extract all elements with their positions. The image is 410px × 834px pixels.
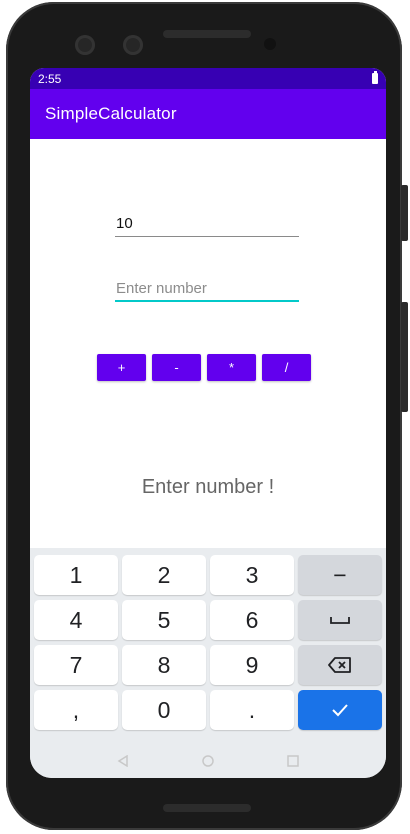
subtract-button[interactable]: - bbox=[152, 354, 201, 381]
key-minus[interactable]: − bbox=[298, 555, 382, 595]
key-space[interactable] bbox=[298, 600, 382, 640]
status-bar: 2:55 bbox=[30, 68, 386, 89]
battery-icon bbox=[372, 71, 378, 84]
volume-button bbox=[401, 302, 408, 412]
numeric-keyboard: 1 2 3 − 4 5 6 7 8 9 , 0 . bbox=[30, 548, 386, 778]
divide-button[interactable]: / bbox=[262, 354, 311, 381]
device-screen: 2:55 SimpleCalculator + - * / Enter numb… bbox=[30, 68, 386, 778]
front-camera bbox=[75, 35, 95, 55]
space-bar-icon bbox=[330, 617, 350, 624]
key-2[interactable]: 2 bbox=[122, 555, 206, 595]
key-done[interactable] bbox=[298, 690, 382, 730]
add-button[interactable]: + bbox=[97, 354, 146, 381]
calculator-content: + - * / Enter number ! bbox=[30, 139, 386, 549]
home-icon[interactable] bbox=[202, 754, 214, 767]
key-comma[interactable]: , bbox=[34, 690, 118, 730]
power-button bbox=[401, 185, 408, 241]
system-nav-bar bbox=[30, 743, 386, 778]
back-icon[interactable] bbox=[117, 754, 129, 767]
app-bar: SimpleCalculator bbox=[30, 89, 386, 139]
check-icon bbox=[332, 704, 348, 717]
status-time: 2:55 bbox=[38, 71, 62, 86]
earpiece-speaker bbox=[163, 30, 251, 38]
phone-frame: 2:55 SimpleCalculator + - * / Enter numb… bbox=[6, 2, 408, 830]
key-backspace[interactable] bbox=[298, 645, 382, 685]
key-1[interactable]: 1 bbox=[34, 555, 118, 595]
app-title: SimpleCalculator bbox=[45, 104, 177, 123]
key-7[interactable]: 7 bbox=[34, 645, 118, 685]
key-3[interactable]: 3 bbox=[210, 555, 294, 595]
key-9[interactable]: 9 bbox=[210, 645, 294, 685]
recents-icon[interactable] bbox=[287, 754, 300, 767]
key-4[interactable]: 4 bbox=[34, 600, 118, 640]
bottom-speaker bbox=[163, 804, 251, 812]
front-sensor bbox=[123, 35, 143, 55]
key-8[interactable]: 8 bbox=[122, 645, 206, 685]
second-number-input[interactable] bbox=[115, 276, 299, 302]
key-period[interactable]: . bbox=[210, 690, 294, 730]
first-number-input[interactable] bbox=[115, 211, 299, 237]
operation-buttons: + - * / bbox=[97, 354, 311, 381]
key-5[interactable]: 5 bbox=[122, 600, 206, 640]
key-0[interactable]: 0 bbox=[122, 690, 206, 730]
multiply-button[interactable]: * bbox=[207, 354, 256, 381]
key-6[interactable]: 6 bbox=[210, 600, 294, 640]
backspace-icon bbox=[328, 657, 351, 673]
result-text: Enter number ! bbox=[141, 476, 275, 498]
proximity-sensor bbox=[264, 38, 276, 50]
